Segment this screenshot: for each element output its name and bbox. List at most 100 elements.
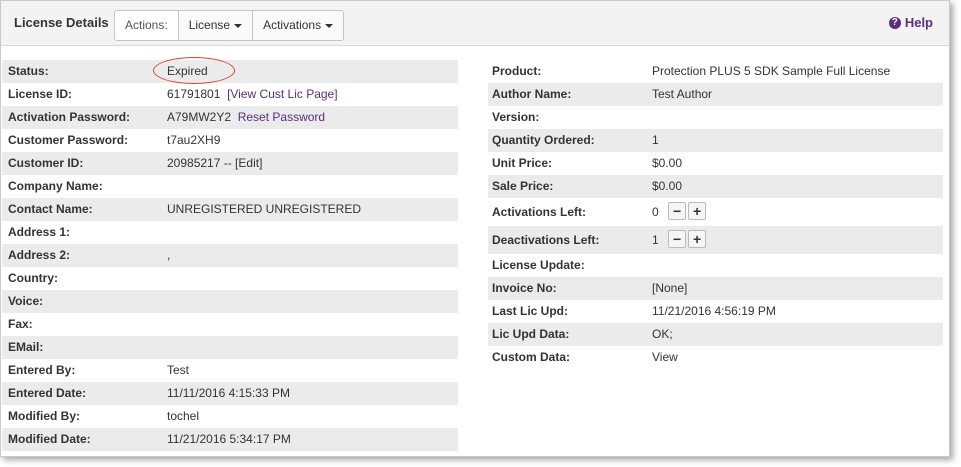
table-row: License Update: xyxy=(488,254,943,277)
highlight-circle xyxy=(153,57,235,84)
field-label: Deactivations Left: xyxy=(492,233,600,247)
deactivations-left-value: 1 xyxy=(652,233,659,247)
table-row: Quantity Ordered: 1 xyxy=(488,129,943,152)
field-label: Modified By: xyxy=(8,409,80,423)
field-label: Address 2: xyxy=(8,248,71,262)
table-row: Unit Price: $0.00 xyxy=(488,152,943,175)
table-row: Modified By: tochel xyxy=(2,405,458,428)
plus-button[interactable]: + xyxy=(688,230,707,249)
field-label: Company Name: xyxy=(8,179,103,193)
field-label: Voice: xyxy=(8,294,44,308)
table-row: Invoice No: [None] xyxy=(488,277,943,300)
table-row: Custom Data: View xyxy=(488,346,943,369)
reset-password-link[interactable]: Reset Password xyxy=(238,110,325,124)
field-value: tochel xyxy=(167,409,200,423)
status-value: Expired xyxy=(153,57,235,84)
product-link[interactable]: Protection PLUS 5 SDK Sample Full Licens… xyxy=(652,60,890,83)
chevron-down-icon xyxy=(234,23,243,28)
field-label: Unit Price: xyxy=(492,156,553,170)
field-label: EMail: xyxy=(8,340,44,354)
field-label: Author Name: xyxy=(492,87,572,101)
help-link[interactable]: ? Help xyxy=(888,15,933,30)
plus-button[interactable]: + xyxy=(688,202,707,221)
field-value: $0.00 xyxy=(652,156,683,170)
table-row: Status: Expired xyxy=(2,57,458,84)
table-row: Author Name: Test Author xyxy=(488,83,943,106)
field-label: Entered Date: xyxy=(8,386,87,400)
field-value: 0 − + xyxy=(652,198,707,226)
minus-button[interactable]: − xyxy=(668,230,687,249)
field-label: Product: xyxy=(492,64,542,78)
field-label: Fax: xyxy=(8,317,33,331)
field-value: Test xyxy=(167,363,190,377)
actions-label: Actions: xyxy=(115,11,179,40)
field-label: License ID: xyxy=(8,87,73,101)
table-row: Sale Price: $0.00 xyxy=(488,175,943,198)
field-label: Activations Left: xyxy=(492,205,587,219)
table-row: Address 1: xyxy=(2,221,458,244)
product-info-table: Product: Protection PLUS 5 SDK Sample Fu… xyxy=(488,60,943,369)
field-label: Contact Name: xyxy=(8,202,93,216)
field-value: 1 xyxy=(652,133,659,147)
field-label: Custom Data: xyxy=(492,350,571,364)
table-row: Customer Password: t7au2XH9 xyxy=(2,129,458,152)
field-label: Lic Upd Data: xyxy=(492,327,570,341)
license-menu-button[interactable]: License xyxy=(178,11,254,40)
table-row: Last Lic Upd: 11/21/2016 4:56:19 PM xyxy=(488,300,943,323)
field-value: 61791801 [View Cust Lic Page] xyxy=(167,83,338,106)
custom-data-view-link[interactable]: View xyxy=(652,346,678,369)
field-label: Country: xyxy=(8,271,58,285)
field-value: 11/21/2016 4:56:19 PM xyxy=(652,304,776,318)
field-label: Quantity Ordered: xyxy=(492,133,595,147)
field-label: License Update: xyxy=(492,258,585,272)
view-cust-lic-page-link[interactable]: [View Cust Lic Page] xyxy=(227,87,338,101)
table-row: Address 2: , xyxy=(2,244,458,267)
table-row: Activation Password: A79MW2Y2 Reset Pass… xyxy=(2,106,458,129)
table-row: Product: Protection PLUS 5 SDK Sample Fu… xyxy=(488,60,943,83)
field-label: Invoice No: xyxy=(492,281,557,295)
table-row: Activations Left: 0 − + xyxy=(488,198,943,226)
field-value: OK; xyxy=(652,327,673,341)
field-value: 11/11/2016 4:15:33 PM xyxy=(167,386,290,400)
table-row: Fax: xyxy=(2,313,458,336)
field-label: Version: xyxy=(492,110,540,124)
deactivations-stepper: − + xyxy=(668,230,707,249)
table-row: Contact Name: UNREGISTERED UNREGISTERED xyxy=(2,198,458,221)
license-details-panel: License Details Actions: License Activat… xyxy=(0,0,950,457)
field-label: Customer Password: xyxy=(8,133,129,147)
field-value: 11/21/2016 5:34:17 PM xyxy=(167,432,291,446)
actions-button-group: Actions: License Activations xyxy=(114,10,345,41)
chevron-down-icon xyxy=(325,23,334,28)
activations-menu-button[interactable]: Activations xyxy=(253,11,344,40)
help-label: Help xyxy=(904,15,933,30)
field-value: Test Author xyxy=(652,87,713,101)
table-row: Voice: xyxy=(2,290,458,313)
table-row: Entered Date: 11/11/2016 4:15:33 PM xyxy=(2,382,458,405)
table-row: Modified Date: 11/21/2016 5:34:17 PM xyxy=(2,428,458,451)
license-info-table: Status: Expired License ID: 61791801 [Vi… xyxy=(2,57,458,451)
activation-password-value: A79MW2Y2 xyxy=(167,110,232,124)
field-label: Status: xyxy=(8,64,49,78)
field-label: Customer ID: xyxy=(8,156,84,170)
field-label: Sale Price: xyxy=(492,179,554,193)
field-value: [None] xyxy=(652,281,688,295)
field-label: Last Lic Upd: xyxy=(492,304,569,318)
table-row: Deactivations Left: 1 − + xyxy=(488,226,943,254)
field-label: Activation Password: xyxy=(8,110,131,124)
field-label: Entered By: xyxy=(8,363,76,377)
page-title: License Details xyxy=(14,15,109,30)
field-value: , xyxy=(167,248,171,262)
panel-header: License Details Actions: License Activat… xyxy=(1,1,949,46)
question-circle-icon: ? xyxy=(888,16,901,29)
table-row: Customer ID: 20985217 -- [Edit] xyxy=(2,152,458,175)
table-row: Version: xyxy=(488,106,943,129)
customer-id-link[interactable]: 20985217 -- [Edit] xyxy=(167,152,262,175)
table-row: Lic Upd Data: OK; xyxy=(488,323,943,346)
minus-button[interactable]: − xyxy=(668,202,687,221)
field-value: $0.00 xyxy=(652,179,683,193)
license-menu-label: License xyxy=(188,18,231,32)
field-value: UNREGISTERED UNREGISTERED xyxy=(167,202,362,216)
field-label: Modified Date: xyxy=(8,432,91,446)
field-value: 1 − + xyxy=(652,226,707,254)
field-value: t7au2XH9 xyxy=(167,133,221,147)
